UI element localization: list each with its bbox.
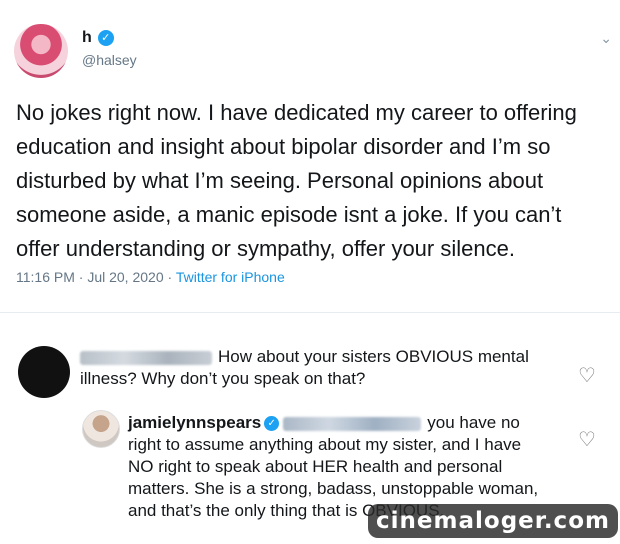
display-name[interactable]: h	[82, 29, 92, 47]
heart-icon[interactable]: ♡	[578, 363, 596, 388]
watermark: cinemaloger.com	[368, 504, 618, 538]
comment-username[interactable]: jamielynnspears	[128, 413, 261, 432]
avatar[interactable]	[18, 346, 70, 398]
blurred-mention	[283, 416, 422, 431]
avatar[interactable]	[82, 410, 120, 448]
verified-badge-icon: ✓	[97, 30, 114, 46]
heart-icon[interactable]: ♡	[578, 427, 596, 452]
tweet-meta: 11:16 PM · Jul 20, 2020 · Twitter for iP…	[16, 269, 285, 285]
tweet-source-link[interactable]: Twitter for iPhone	[176, 269, 285, 285]
tweet-text: No jokes right now. I have dedicated my …	[16, 100, 577, 261]
blurred-username	[80, 350, 212, 365]
tweet-timestamp[interactable]: 11:16 PM · Jul 20, 2020 ·	[16, 269, 172, 285]
user-handle[interactable]: @halsey	[82, 52, 137, 68]
divider	[0, 312, 620, 313]
avatar[interactable]	[14, 24, 68, 78]
tweet-header: h ✓	[82, 29, 114, 47]
tweet-card: h ✓ @halsey ⌄ No jokes right now. I have…	[0, 0, 620, 310]
verified-badge-icon: ✓	[264, 416, 280, 432]
chevron-down-icon[interactable]: ⌄	[600, 30, 612, 47]
